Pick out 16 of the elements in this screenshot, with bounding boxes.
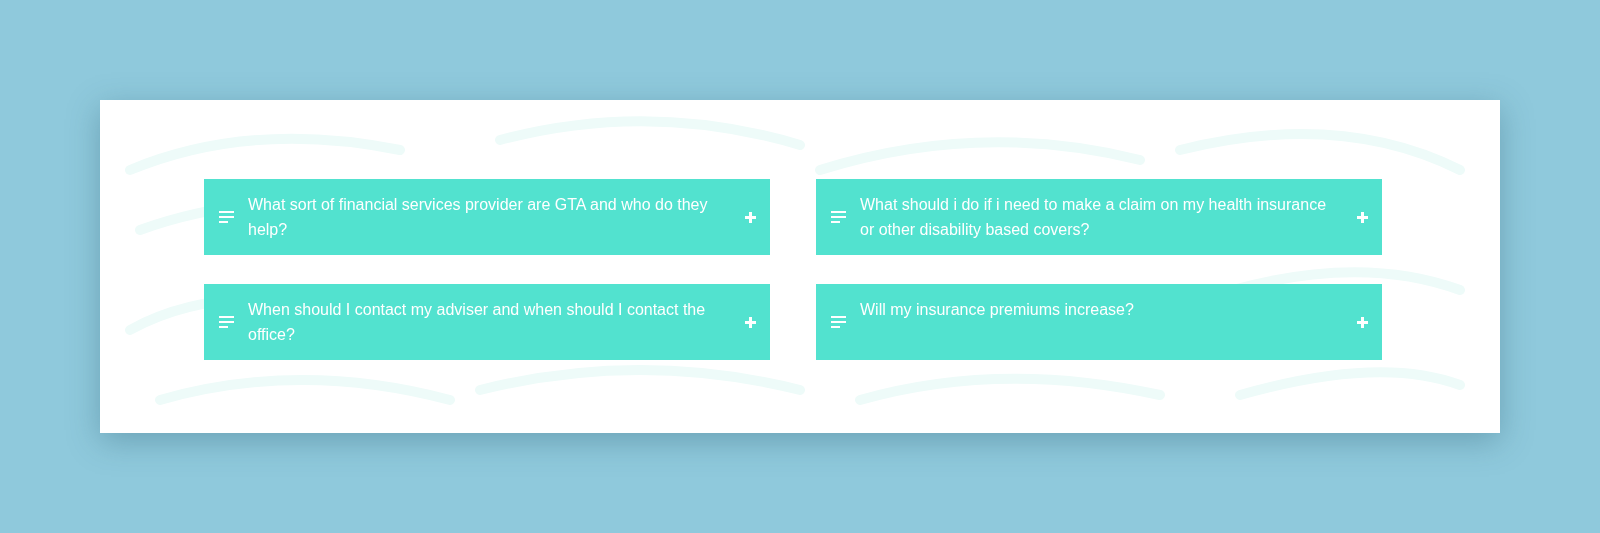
plus-icon[interactable] <box>1357 211 1368 223</box>
question-text: When should I contact my adviser and when should I contact the office? <box>248 300 707 345</box>
question-text: Will my insurance premiums increase? <box>860 300 1135 320</box>
faq-item[interactable]: What sort of financial services provider are GTA and who do they help? <box>204 179 770 255</box>
question-text: What sort of financial services provider are GTA and who do they help? <box>248 195 709 240</box>
lines-icon <box>831 316 846 329</box>
question-text: What should i do if i need to make a claim on my health insurance or other disability based covers? <box>860 195 1328 240</box>
plus-icon[interactable] <box>1357 316 1368 328</box>
plus-icon[interactable] <box>745 316 756 328</box>
faq-item[interactable]: What should i do if i need to make a claim on my health insurance or other disability based covers? <box>816 179 1382 255</box>
plus-icon[interactable] <box>745 211 756 223</box>
faq-item[interactable]: Will my insurance premiums increase? <box>816 284 1382 360</box>
lines-icon <box>219 316 234 329</box>
lines-icon <box>219 211 234 224</box>
faq-item[interactable]: When should I contact my adviser and when should I contact the office? <box>204 284 770 360</box>
lines-icon <box>831 211 846 224</box>
